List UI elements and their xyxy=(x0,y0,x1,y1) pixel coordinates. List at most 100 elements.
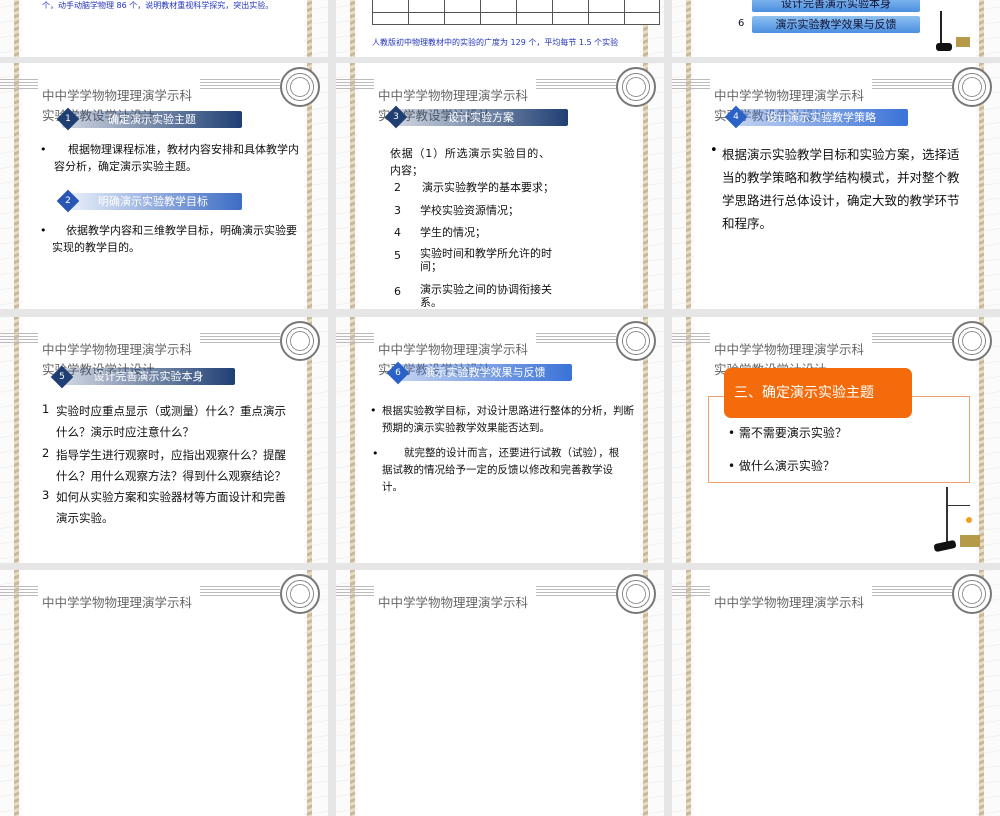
slide-thumbnail-next-3[interactable]: 中中学学物物理理演学示科 xyxy=(672,570,1000,816)
item-text: 做什么演示实验？ xyxy=(738,459,835,473)
stripes-decoration xyxy=(0,586,38,598)
rope-decoration xyxy=(350,570,355,816)
university-seal-icon xyxy=(616,574,656,614)
bullet: • xyxy=(728,426,736,440)
item-text: 如何从实验方案和实验器材等方面设计和完善演示实验。 xyxy=(56,490,286,525)
section-banner: 演示实验教学效果与反馈 xyxy=(398,364,572,381)
rope-decoration xyxy=(686,0,691,57)
section-banner: 设计完善演示实验本身 xyxy=(62,368,235,385)
header-title-line1: 中中学学物物理理演学示科 xyxy=(714,88,865,103)
university-seal-icon xyxy=(952,574,992,614)
slide-thumbnail-teaching-strategy[interactable]: 中中学学物物理理演学示科 实验学教设学计设计 设计演示实验教学策略 4 • 根据… xyxy=(672,63,1000,309)
rope-decoration xyxy=(14,317,19,563)
stripes-decoration xyxy=(872,333,952,345)
stripes-decoration xyxy=(336,333,374,345)
item-number: 3 xyxy=(42,488,50,502)
item-text: 演示实验教学的基本要求； xyxy=(422,181,554,194)
banner-number: 6 xyxy=(395,368,401,378)
slide-text: 根据物理课程标准，教材内容安排和具体教学内容分析，确定演示实验主题。 xyxy=(54,143,299,173)
stripes-decoration xyxy=(0,333,38,345)
section-banner: 设计实验方案 xyxy=(394,109,568,126)
stripes-decoration xyxy=(200,586,280,598)
header-title-line1: 中中学学物物理理演学示科 xyxy=(42,88,193,103)
item-number: 4 xyxy=(394,226,401,239)
university-seal-icon xyxy=(280,67,320,107)
rope-decoration xyxy=(979,0,984,57)
slide-text: 就完整的设计而言，还要进行试教（试验），根据试教的情况给予一定的反馈以修改和完善… xyxy=(382,447,620,493)
header-title-line1: 中中学学物物理理演学示科 xyxy=(42,342,193,357)
item-number: 1 xyxy=(42,402,50,416)
rope-decoration xyxy=(14,0,19,57)
section-banner: 设计演示实验教学策略 xyxy=(734,109,908,126)
slide-text: 根据演示实验教学目标和实验方案，选择适当的教学策略和教学结构模式，并对整个教学思… xyxy=(722,147,960,231)
list-item: 依据（1）所选演示实验目的、内容； xyxy=(390,145,550,179)
header-title-line1: 中中学学物物理理演学示科 xyxy=(378,342,529,357)
item-number: 3 xyxy=(394,204,401,217)
slide-thumbnail-section-three[interactable]: 中中学学物物理理演学示科 实验学教设学计设计 三、确定演示实验主题 • 需不需要… xyxy=(672,317,1000,563)
slide-thumbnail-top-2[interactable]: 人教版初中物理教材中的实验的广度为 129 个，平均每节 1.5 个实验 xyxy=(336,0,664,57)
header-title-line1: 中中学学物物理理演学示科 xyxy=(42,595,193,610)
stripes-decoration xyxy=(336,79,374,91)
bullet: • xyxy=(710,143,718,158)
section-title: 三、确定演示实验主题 xyxy=(734,385,874,401)
item-text: 需不需要演示实验？ xyxy=(738,426,847,440)
rope-decoration xyxy=(686,63,691,309)
university-seal-icon xyxy=(616,321,656,361)
diamond-number-icon: 2 xyxy=(56,189,80,213)
slide-thumbnail-top-3[interactable]: 设计完善演示实验本身 6 演示实验教学效果与反馈 xyxy=(672,0,1000,57)
rope-decoration xyxy=(14,63,19,309)
apparatus-image xyxy=(933,487,994,559)
banner-label: 演示实验教学效果与反馈 xyxy=(424,366,546,379)
bullet: • xyxy=(370,404,377,417)
rope-decoration xyxy=(350,63,355,309)
banner-number: 1 xyxy=(65,114,71,124)
stripes-decoration xyxy=(872,586,952,598)
slide-thumbnail-experiment-plan[interactable]: 中中学学物物理理演学示科 实验学教设学计设计 设计实验方案 3 依据（1）所选演… xyxy=(336,63,664,309)
section-banner-2: 明确演示实验教学目标 xyxy=(64,193,242,210)
slide-thumbnail-top-1[interactable]: 个，动手动脑学物理 86 个，说明教材重视科学探究，突出实验。 xyxy=(0,0,328,57)
item-text: 实验时应重点显示（或测量）什么？重点演示什么？演示时应注意什么？ xyxy=(56,404,286,439)
item-number: 2 xyxy=(394,181,401,194)
stripes-decoration xyxy=(672,79,710,91)
stripes-decoration xyxy=(0,79,38,91)
bullet: • xyxy=(40,224,47,237)
stripes-decoration xyxy=(672,333,710,345)
diamond-number-icon: 6 xyxy=(386,361,410,385)
banner-label: 设计实验方案 xyxy=(448,111,514,124)
apparatus-image xyxy=(936,11,970,51)
stripes-decoration xyxy=(336,586,374,598)
stripes-decoration xyxy=(200,333,280,345)
stripes-decoration xyxy=(872,79,952,91)
stripes-decoration xyxy=(672,586,710,598)
item-number: 2 xyxy=(42,446,50,460)
slide-thumbnail-improve-experiment[interactable]: 中中学学物物理理演学示科 实验学教设学计设计 设计完善演示实验本身 5 1 实验… xyxy=(0,317,328,563)
rope-decoration xyxy=(350,0,355,57)
header-title-line1: 中中学学物物理理演学示科 xyxy=(714,342,865,357)
header-title-line1: 中中学学物物理理演学示科 xyxy=(378,595,529,610)
diamond-number-icon: 1 xyxy=(56,107,80,131)
slide-thumbnail-determine-topic[interactable]: 中中学学物物理理演学示科 实验学教设学计设计 确定演示实验主题 1 • 根据物理… xyxy=(0,63,328,309)
slide-text: 个，动手动脑学物理 86 个，说明教材重视科学探究，突出实验。 xyxy=(42,1,274,10)
stripes-decoration xyxy=(536,79,616,91)
slide-thumbnail-next-1[interactable]: 中中学学物物理理演学示科 xyxy=(0,570,328,816)
university-seal-icon xyxy=(280,321,320,361)
slide-thumbnail-next-2[interactable]: 中中学学物物理理演学示科 xyxy=(336,570,664,816)
banner-number: 2 xyxy=(65,196,71,206)
diamond-number-icon: 3 xyxy=(384,105,408,129)
item-text: 演示实验之间的协调衔接关系。 xyxy=(420,283,552,309)
banner-number: 3 xyxy=(393,112,399,122)
section-title-box: 三、确定演示实验主题 xyxy=(724,368,912,418)
item-text: 学生的情况； xyxy=(420,226,486,239)
item-text: 实验时间和教学所允许的时间； xyxy=(420,247,552,273)
item-number: 6 xyxy=(394,285,401,298)
header-title-line1: 中中学学物物理理演学示科 xyxy=(378,88,529,103)
data-table xyxy=(372,0,660,25)
stripes-decoration xyxy=(200,79,280,91)
slide-thumbnail-teaching-feedback[interactable]: 中中学学物物理理演学示科 实验学教设学计设计 演示实验教学效果与反馈 6 • 根… xyxy=(336,317,664,563)
rope-decoration xyxy=(14,570,19,816)
header-title-line1: 中中学学物物理理演学示科 xyxy=(714,595,865,610)
university-seal-icon xyxy=(952,67,992,107)
rope-decoration xyxy=(307,0,312,57)
stripes-decoration xyxy=(536,586,616,598)
bullet: • xyxy=(728,459,736,473)
